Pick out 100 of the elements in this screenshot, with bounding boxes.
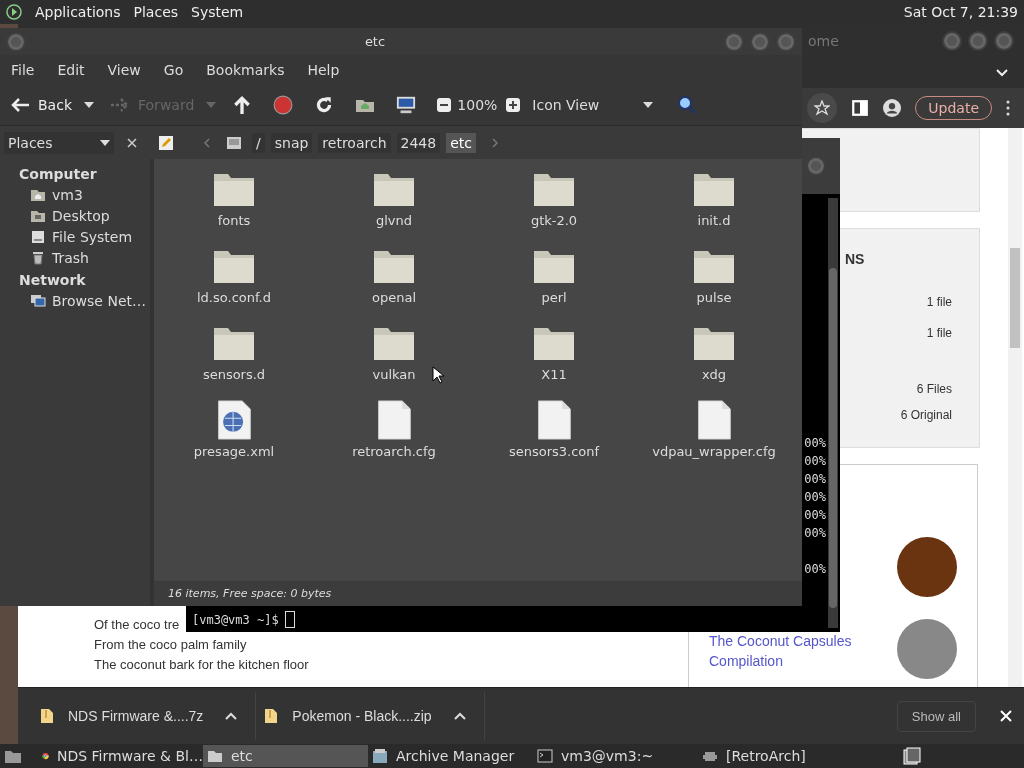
trash-icon bbox=[30, 251, 46, 265]
close-icon[interactable] bbox=[127, 137, 137, 148]
folder-entry[interactable]: init.d bbox=[634, 169, 794, 246]
window-title: etc bbox=[363, 34, 387, 49]
terminal-prompt: [vm3@vm3 ~]$ bbox=[192, 612, 279, 627]
folder-entry[interactable]: openal bbox=[314, 246, 474, 323]
download-item[interactable]: NDS Firmware &....7z bbox=[32, 692, 257, 740]
related-link[interactable]: The Coconut Capsules Compilation bbox=[709, 631, 852, 671]
forward-arrow-icon bbox=[110, 97, 130, 113]
path-button[interactable]: / bbox=[252, 132, 265, 153]
view-selector[interactable]: Icon View bbox=[532, 97, 654, 113]
taskbar-item[interactable]: NDS Firmware & Bl… bbox=[38, 745, 203, 767]
document-entry[interactable]: vdpau_wrapper.cfg bbox=[634, 400, 794, 477]
document-entry[interactable]: presage.xml bbox=[154, 400, 314, 477]
status-bar: 16 items, Free space: 0 bytes bbox=[154, 581, 802, 606]
places-dropdown[interactable]: Places bbox=[4, 131, 114, 154]
taskbar-item[interactable]: [RetroArch] bbox=[698, 745, 863, 767]
window-title: ome bbox=[808, 33, 839, 49]
lyric-line: From the coco palm family bbox=[94, 636, 247, 654]
avatar-icon[interactable] bbox=[883, 99, 902, 117]
menu-item[interactable]: View bbox=[107, 62, 141, 78]
clock: Sat Oct 7, 21:39 bbox=[903, 4, 1018, 20]
bookmark-star-button[interactable] bbox=[807, 93, 838, 123]
edit-location-icon[interactable] bbox=[158, 134, 174, 151]
menu-item[interactable]: Bookmarks bbox=[206, 62, 285, 78]
stat-value: 6 Original bbox=[900, 408, 952, 422]
show-desktop-icon[interactable] bbox=[4, 748, 22, 764]
download-item[interactable]: Pokemon - Black....zip bbox=[256, 692, 485, 740]
terminal-output: 00% bbox=[804, 561, 826, 578]
folder-entry[interactable]: sensors.d bbox=[154, 323, 314, 400]
terminal-output: 00% bbox=[804, 489, 826, 506]
drive-icon bbox=[30, 230, 46, 244]
sidebar-heading: Computer bbox=[18, 165, 98, 184]
folder-icon bbox=[207, 748, 223, 764]
caret-up-icon[interactable] bbox=[453, 712, 466, 720]
path-button[interactable]: retroarch bbox=[318, 132, 391, 153]
search-icon[interactable] bbox=[677, 95, 698, 115]
archive-file-icon bbox=[40, 708, 54, 724]
folder-entry[interactable]: X11 bbox=[474, 323, 634, 400]
back-button[interactable]: Back bbox=[10, 97, 72, 113]
workspace-icon[interactable] bbox=[903, 747, 921, 765]
panel-menu[interactable]: System bbox=[191, 4, 244, 20]
sidebar-item[interactable]: Trash bbox=[0, 248, 150, 269]
zoom-in-icon[interactable] bbox=[506, 98, 521, 112]
folder-entry[interactable]: perl bbox=[474, 246, 634, 323]
taskbar-item[interactable]: etc bbox=[203, 745, 368, 767]
sidebar-item[interactable]: vm3 bbox=[0, 185, 150, 206]
terminal-icon bbox=[537, 748, 553, 764]
folder-entry[interactable]: xdg bbox=[634, 323, 794, 400]
panel-menu[interactable]: Places bbox=[133, 4, 179, 20]
menu-item[interactable]: Edit bbox=[57, 62, 85, 78]
stop-icon[interactable] bbox=[273, 95, 294, 115]
chevron-down-icon[interactable] bbox=[996, 69, 1008, 77]
star-icon bbox=[814, 100, 831, 116]
folder-entry[interactable]: vulkan bbox=[314, 323, 474, 400]
logo-icon[interactable] bbox=[6, 4, 22, 20]
taskbar-item[interactable]: Archive Manager bbox=[368, 745, 533, 767]
dropdown-arrow-icon bbox=[643, 102, 654, 108]
lyric-line: The coconut bark for the kitchen floor bbox=[94, 656, 309, 674]
zoom-out-icon[interactable] bbox=[437, 98, 452, 112]
folder-entry[interactable]: fonts bbox=[154, 169, 314, 246]
sidebar-item[interactable]: File System bbox=[0, 227, 150, 248]
menu-item[interactable]: Help bbox=[307, 62, 340, 78]
sidebar-item[interactable]: Desktop bbox=[0, 206, 150, 227]
show-all-button[interactable]: Show all bbox=[896, 700, 976, 732]
panel-menu[interactable]: Applications bbox=[35, 4, 121, 20]
archive-icon bbox=[372, 748, 388, 764]
scrollbar[interactable] bbox=[828, 198, 838, 628]
lyric-line: Of the coco tre bbox=[94, 616, 180, 634]
menu-item[interactable]: File bbox=[11, 62, 35, 78]
folder-entry[interactable]: gtk-2.0 bbox=[474, 169, 634, 246]
up-arrow-icon[interactable] bbox=[232, 95, 253, 115]
caret-up-icon[interactable] bbox=[225, 712, 238, 720]
scrollbar[interactable] bbox=[1008, 128, 1022, 687]
folder-entry[interactable]: pulse bbox=[634, 246, 794, 323]
folder-entry[interactable]: glvnd bbox=[314, 169, 474, 246]
sidebar-item[interactable]: Browse Net… bbox=[0, 291, 150, 312]
drive-icon bbox=[226, 134, 242, 151]
card-heading: NS bbox=[845, 251, 865, 267]
menu-item[interactable]: Go bbox=[163, 62, 184, 78]
path-button[interactable]: etc bbox=[446, 132, 476, 153]
dropdown-arrow-icon[interactable] bbox=[84, 102, 94, 108]
sidebar-icon[interactable] bbox=[851, 99, 870, 117]
network-icon bbox=[30, 294, 46, 308]
text-cursor bbox=[284, 611, 295, 628]
document-entry[interactable]: sensors3.conf bbox=[474, 400, 634, 477]
more-menu-icon[interactable] bbox=[1006, 100, 1010, 116]
terminal-output: 00% bbox=[804, 507, 826, 524]
back-arrow-icon bbox=[10, 97, 30, 113]
desktop-folder-icon bbox=[30, 209, 46, 223]
mouse-pointer-icon bbox=[432, 366, 444, 384]
document-entry[interactable]: retroarch.cfg bbox=[314, 400, 474, 477]
taskbar-item[interactable]: vm3@vm3:~ bbox=[533, 745, 698, 767]
photo-placeholder bbox=[897, 619, 957, 679]
path-button[interactable]: 2448 bbox=[396, 132, 441, 153]
folder-entry[interactable]: ld.so.conf.d bbox=[154, 246, 314, 323]
computer-icon[interactable] bbox=[396, 95, 417, 115]
terminal-output: 00% bbox=[804, 471, 826, 488]
photo-placeholder bbox=[897, 537, 957, 597]
path-button[interactable]: snap bbox=[270, 132, 313, 153]
